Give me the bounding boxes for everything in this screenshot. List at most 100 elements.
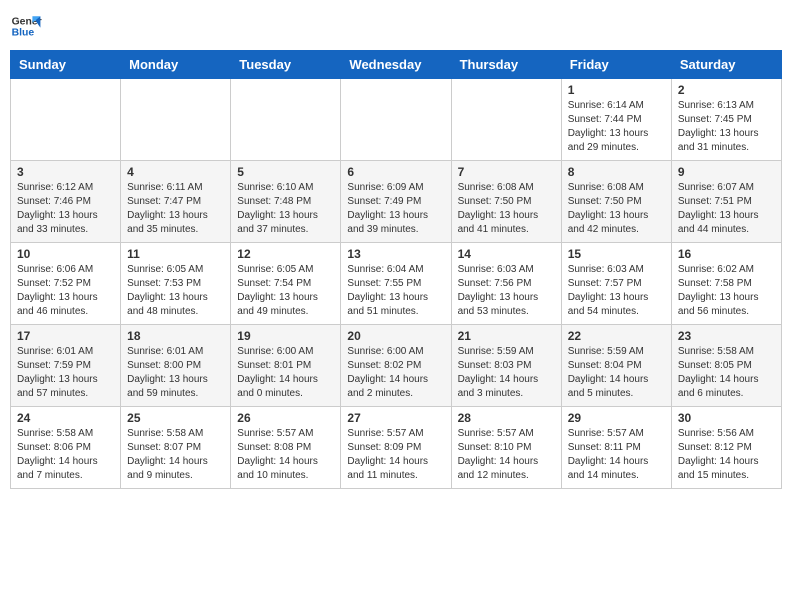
calendar-cell: 9 Sunrise: 6:07 AM Sunset: 7:51 PM Daylig…	[671, 161, 781, 243]
cell-text: Sunrise: 6:00 AM Sunset: 8:02 PM Dayligh…	[347, 345, 444, 401]
cell-text: Sunrise: 5:59 AM Sunset: 8:03 PM Dayligh…	[458, 345, 555, 401]
weekday-header: Sunday	[11, 51, 121, 79]
calendar-cell: 14Sunrise: 6:03 AM Sunset: 7:56 PM Dayli…	[451, 243, 561, 325]
day-number: 23	[678, 329, 775, 343]
day-number: 6	[347, 165, 444, 179]
calendar-cell: 23Sunrise: 5:58 AM Sunset: 8:05 PM Dayli…	[671, 325, 781, 407]
cell-text: Sunrise: 6:10 AM Sunset: 7:48 PM Dayligh…	[237, 181, 334, 237]
day-number: 16	[678, 247, 775, 261]
calendar-cell: 29 Sunrise: 5:57 AM Sunset: 8:11 PM Dayli…	[561, 407, 671, 489]
day-number: 27	[347, 411, 444, 425]
day-number: 10	[17, 247, 114, 261]
calendar-cell: 4Sunrise: 6:11 AM Sunset: 7:47 PM Daylig…	[121, 161, 231, 243]
calendar-header-row: SundayMondayTuesdayWednesdayThursdayFrid…	[11, 51, 782, 79]
calendar-cell: 13 Sunrise: 6:04 AM Sunset: 7:55 PM Dayli…	[341, 243, 451, 325]
day-number: 4	[127, 165, 224, 179]
day-number: 25	[127, 411, 224, 425]
day-number: 20	[347, 329, 444, 343]
cell-text: Sunrise: 6:04 AM Sunset: 7:55 PM Dayligh…	[347, 263, 444, 319]
day-number: 12	[237, 247, 334, 261]
calendar-week-row: 3 Sunrise: 6:12 AM Sunset: 7:46 PM Daylig…	[11, 161, 782, 243]
calendar-cell	[231, 79, 341, 161]
cell-text: Sunrise: 6:08 AM Sunset: 7:50 PM Dayligh…	[458, 181, 555, 237]
calendar-cell	[121, 79, 231, 161]
calendar-cell	[451, 79, 561, 161]
day-number: 26	[237, 411, 334, 425]
calendar-cell	[341, 79, 451, 161]
cell-text: Sunrise: 6:03 AM Sunset: 7:57 PM Dayligh…	[568, 263, 665, 319]
calendar-cell: 24Sunrise: 5:58 AM Sunset: 8:06 PM Dayli…	[11, 407, 121, 489]
day-number: 3	[17, 165, 114, 179]
weekday-header: Tuesday	[231, 51, 341, 79]
calendar-cell: 11Sunrise: 6:05 AM Sunset: 7:53 PM Dayli…	[121, 243, 231, 325]
calendar-cell: 15 Sunrise: 6:03 AM Sunset: 7:57 PM Dayli…	[561, 243, 671, 325]
calendar-week-row: 10 Sunrise: 6:06 AM Sunset: 7:52 PM Dayli…	[11, 243, 782, 325]
weekday-header: Wednesday	[341, 51, 451, 79]
cell-text: Sunrise: 5:57 AM Sunset: 8:08 PM Dayligh…	[237, 427, 334, 483]
day-number: 17	[17, 329, 114, 343]
calendar-cell: 10 Sunrise: 6:06 AM Sunset: 7:52 PM Dayli…	[11, 243, 121, 325]
cell-text: Sunrise: 5:57 AM Sunset: 8:11 PM Dayligh…	[568, 427, 665, 483]
weekday-header: Monday	[121, 51, 231, 79]
day-number: 22	[568, 329, 665, 343]
day-number: 7	[458, 165, 555, 179]
cell-text: Sunrise: 6:05 AM Sunset: 7:54 PM Dayligh…	[237, 263, 334, 319]
calendar-cell: 26 Sunrise: 5:57 AM Sunset: 8:08 PM Dayli…	[231, 407, 341, 489]
cell-text: Sunrise: 6:05 AM Sunset: 7:53 PM Dayligh…	[127, 263, 224, 319]
day-number: 18	[127, 329, 224, 343]
calendar-cell: 3 Sunrise: 6:12 AM Sunset: 7:46 PM Daylig…	[11, 161, 121, 243]
calendar-cell: 16 Sunrise: 6:02 AM Sunset: 7:58 PM Dayli…	[671, 243, 781, 325]
cell-text: Sunrise: 5:58 AM Sunset: 8:06 PM Dayligh…	[17, 427, 114, 483]
day-number: 1	[568, 83, 665, 97]
cell-text: Sunrise: 6:06 AM Sunset: 7:52 PM Dayligh…	[17, 263, 114, 319]
calendar-cell: 8 Sunrise: 6:08 AM Sunset: 7:50 PM Daylig…	[561, 161, 671, 243]
cell-text: Sunrise: 6:12 AM Sunset: 7:46 PM Dayligh…	[17, 181, 114, 237]
calendar-cell: 20 Sunrise: 6:00 AM Sunset: 8:02 PM Dayli…	[341, 325, 451, 407]
calendar-cell: 5 Sunrise: 6:10 AM Sunset: 7:48 PM Daylig…	[231, 161, 341, 243]
day-number: 5	[237, 165, 334, 179]
cell-text: Sunrise: 6:07 AM Sunset: 7:51 PM Dayligh…	[678, 181, 775, 237]
logo-icon: General Blue	[10, 10, 42, 42]
calendar-cell: 18 Sunrise: 6:01 AM Sunset: 8:00 PM Dayli…	[121, 325, 231, 407]
cell-text: Sunrise: 5:57 AM Sunset: 8:09 PM Dayligh…	[347, 427, 444, 483]
calendar-week-row: 1 Sunrise: 6:14 AM Sunset: 7:44 PM Daylig…	[11, 79, 782, 161]
cell-text: Sunrise: 5:57 AM Sunset: 8:10 PM Dayligh…	[458, 427, 555, 483]
calendar-cell: 1 Sunrise: 6:14 AM Sunset: 7:44 PM Daylig…	[561, 79, 671, 161]
cell-text: Sunrise: 6:14 AM Sunset: 7:44 PM Dayligh…	[568, 99, 665, 155]
day-number: 30	[678, 411, 775, 425]
calendar-cell	[11, 79, 121, 161]
svg-text:Blue: Blue	[12, 28, 35, 39]
calendar-cell: 7 Sunrise: 6:08 AM Sunset: 7:50 PM Daylig…	[451, 161, 561, 243]
day-number: 15	[568, 247, 665, 261]
calendar-cell: 2 Sunrise: 6:13 AM Sunset: 7:45 PM Daylig…	[671, 79, 781, 161]
day-number: 2	[678, 83, 775, 97]
cell-text: Sunrise: 6:08 AM Sunset: 7:50 PM Dayligh…	[568, 181, 665, 237]
day-number: 8	[568, 165, 665, 179]
calendar-table: SundayMondayTuesdayWednesdayThursdayFrid…	[10, 50, 782, 489]
day-number: 14	[458, 247, 555, 261]
cell-text: Sunrise: 6:13 AM Sunset: 7:45 PM Dayligh…	[678, 99, 775, 155]
cell-text: Sunrise: 5:56 AM Sunset: 8:12 PM Dayligh…	[678, 427, 775, 483]
weekday-header: Friday	[561, 51, 671, 79]
cell-text: Sunrise: 6:09 AM Sunset: 7:49 PM Dayligh…	[347, 181, 444, 237]
calendar-cell: 27 Sunrise: 5:57 AM Sunset: 8:09 PM Dayli…	[341, 407, 451, 489]
day-number: 13	[347, 247, 444, 261]
calendar-cell: 22Sunrise: 5:59 AM Sunset: 8:04 PM Dayli…	[561, 325, 671, 407]
calendar-cell: 28Sunrise: 5:57 AM Sunset: 8:10 PM Dayli…	[451, 407, 561, 489]
cell-text: Sunrise: 6:02 AM Sunset: 7:58 PM Dayligh…	[678, 263, 775, 319]
logo: General Blue	[10, 10, 42, 42]
calendar-cell: 12 Sunrise: 6:05 AM Sunset: 7:54 PM Dayli…	[231, 243, 341, 325]
day-number: 19	[237, 329, 334, 343]
page-header: General Blue	[10, 10, 782, 42]
calendar-cell: 19 Sunrise: 6:00 AM Sunset: 8:01 PM Dayli…	[231, 325, 341, 407]
calendar-week-row: 17 Sunrise: 6:01 AM Sunset: 7:59 PM Dayli…	[11, 325, 782, 407]
calendar-week-row: 24Sunrise: 5:58 AM Sunset: 8:06 PM Dayli…	[11, 407, 782, 489]
day-number: 9	[678, 165, 775, 179]
cell-text: Sunrise: 6:00 AM Sunset: 8:01 PM Dayligh…	[237, 345, 334, 401]
calendar-cell: 6 Sunrise: 6:09 AM Sunset: 7:49 PM Daylig…	[341, 161, 451, 243]
calendar-cell: 17 Sunrise: 6:01 AM Sunset: 7:59 PM Dayli…	[11, 325, 121, 407]
day-number: 29	[568, 411, 665, 425]
cell-text: Sunrise: 6:01 AM Sunset: 8:00 PM Dayligh…	[127, 345, 224, 401]
calendar-cell: 21Sunrise: 5:59 AM Sunset: 8:03 PM Dayli…	[451, 325, 561, 407]
cell-text: Sunrise: 6:01 AM Sunset: 7:59 PM Dayligh…	[17, 345, 114, 401]
